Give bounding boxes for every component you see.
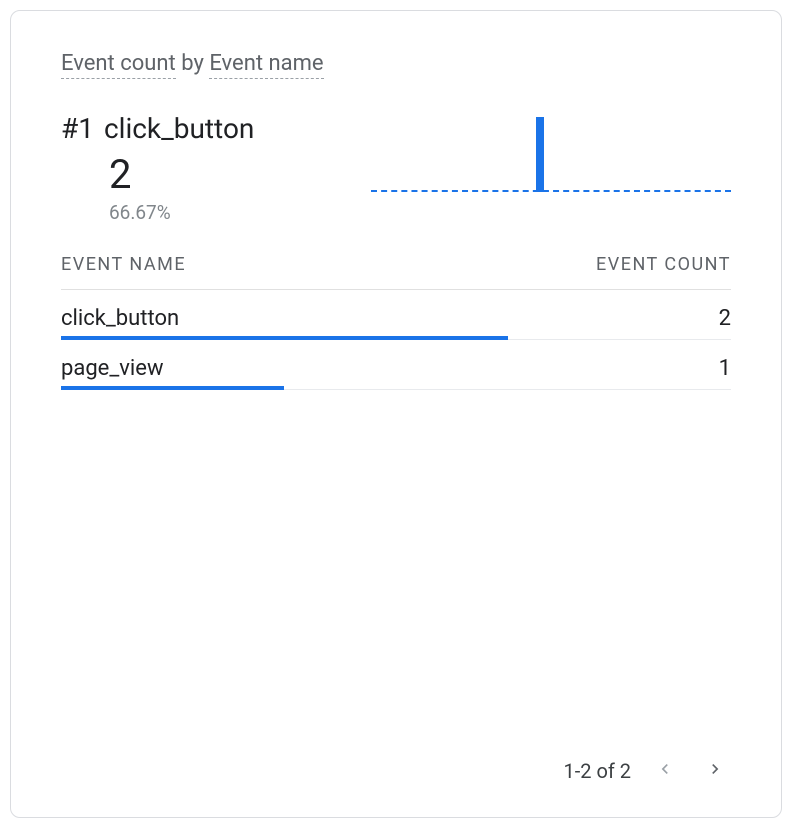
sparkline-chart xyxy=(371,112,731,192)
chevron-right-icon xyxy=(705,759,725,784)
table-row[interactable]: click_button 2 xyxy=(61,290,731,340)
row-bar xyxy=(61,386,284,390)
top-item-name: click_button xyxy=(104,112,254,145)
chevron-left-icon xyxy=(655,759,675,784)
title-by: by xyxy=(176,51,210,76)
pager: 1-2 of 2 xyxy=(61,735,731,787)
pager-prev-button[interactable] xyxy=(649,755,681,787)
pager-next-button[interactable] xyxy=(699,755,731,787)
summary-left: #1 click_button 2 66.67% xyxy=(61,112,254,224)
top-item-percent: 66.67% xyxy=(109,201,254,224)
top-item-value: 2 xyxy=(109,153,254,197)
col-event-count: EVENT COUNT xyxy=(596,254,731,275)
table-header: EVENT NAME EVENT COUNT xyxy=(61,254,731,290)
row-event-count: 2 xyxy=(719,306,731,331)
metric-selector[interactable]: Event count xyxy=(61,51,176,79)
summary-row: #1 click_button 2 66.67% xyxy=(61,112,731,224)
top-item-rank: #1 xyxy=(61,112,94,145)
card-title: Event count by Event name xyxy=(61,51,731,76)
row-event-count: 1 xyxy=(719,356,731,381)
table-row[interactable]: page_view 1 xyxy=(61,340,731,390)
sparkline-baseline xyxy=(371,190,731,192)
dimension-selector[interactable]: Event name xyxy=(209,51,323,79)
pager-label: 1-2 of 2 xyxy=(563,759,631,783)
top-item-rank-line: #1 click_button xyxy=(61,112,254,145)
row-event-name: page_view xyxy=(61,356,163,381)
row-event-name: click_button xyxy=(61,306,179,331)
sparkline-wrap xyxy=(254,112,731,196)
col-event-name: EVENT NAME xyxy=(61,254,186,275)
sparkline-bar xyxy=(536,117,544,192)
table-body: click_button 2 page_view 1 xyxy=(61,290,731,390)
event-count-card: Event count by Event name #1 click_button… xyxy=(10,10,782,818)
